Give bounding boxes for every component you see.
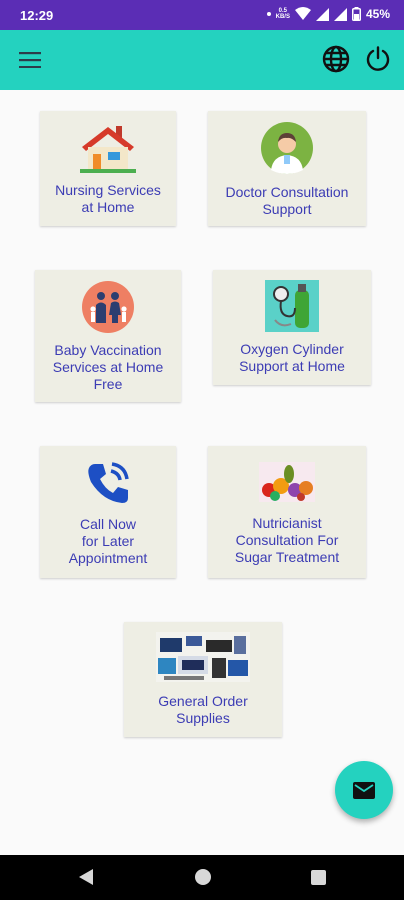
back-button[interactable] bbox=[76, 867, 96, 887]
globe-icon bbox=[322, 45, 350, 73]
app-bar bbox=[0, 30, 404, 90]
system-nav-bar bbox=[0, 855, 404, 900]
network-speed-unit: KB/S bbox=[275, 14, 290, 20]
card-label: Baby Vaccination Services at Home Free bbox=[52, 342, 164, 392]
oxygen-cylinder-card[interactable]: Oxygen Cylinder Support at Home bbox=[213, 270, 371, 385]
card-label: General Order Supplies bbox=[158, 693, 248, 726]
card-label: Oxygen Cylinder Support at Home bbox=[239, 341, 345, 374]
battery-percent: 45% bbox=[365, 7, 390, 21]
recents-icon bbox=[310, 869, 326, 885]
back-icon bbox=[79, 869, 93, 885]
network-speed: 0.5 KB/S bbox=[276, 8, 290, 20]
card-label: Doctor Consultation Support bbox=[225, 184, 349, 217]
general-order-card[interactable]: General Order Supplies bbox=[124, 622, 282, 737]
house-icon bbox=[80, 123, 136, 173]
card-label: Nutricianist Consultation For Sugar Trea… bbox=[234, 515, 340, 565]
logout-button[interactable] bbox=[362, 43, 394, 75]
oxygen-cylinder-icon bbox=[265, 280, 319, 332]
notification-dot-icon bbox=[266, 12, 271, 16]
doctor-consultation-card[interactable]: Doctor Consultation Support bbox=[208, 111, 366, 226]
wifi-icon bbox=[294, 7, 311, 20]
nutricianist-card[interactable]: Nutricianist Consultation For Sugar Trea… bbox=[208, 446, 366, 578]
signal-icon-2 bbox=[333, 7, 347, 21]
doctor-icon bbox=[261, 122, 313, 174]
status-icons: 0.5 KB/S 45% bbox=[266, 7, 390, 21]
fruits-icon bbox=[259, 462, 315, 502]
baby-vaccination-card[interactable]: Baby Vaccination Services at Home Free bbox=[35, 270, 181, 402]
mail-icon bbox=[353, 781, 375, 799]
status-time: 12:29 bbox=[20, 8, 54, 23]
menu-icon bbox=[19, 52, 41, 68]
battery-icon bbox=[351, 7, 361, 21]
home-icon bbox=[195, 869, 211, 885]
power-icon bbox=[366, 46, 390, 71]
supplies-icon bbox=[156, 632, 250, 682]
recents-button[interactable] bbox=[308, 867, 328, 887]
nursing-services-card[interactable]: Nursing Services at Home bbox=[40, 111, 176, 226]
mail-fab-button[interactable] bbox=[335, 761, 393, 819]
family-icon bbox=[82, 281, 134, 333]
signal-icon bbox=[315, 7, 329, 21]
call-now-card[interactable]: Call Now for Later Appointment bbox=[40, 446, 176, 578]
menu-button[interactable] bbox=[12, 45, 48, 75]
phone-call-icon bbox=[85, 460, 131, 506]
status-bar: 12:29 0.5 KB/S 45% bbox=[0, 0, 404, 30]
card-label: Call Now for Later Appointment bbox=[68, 516, 148, 566]
language-button[interactable] bbox=[320, 43, 352, 75]
home-button[interactable] bbox=[193, 867, 213, 887]
card-label: Nursing Services at Home bbox=[55, 182, 161, 215]
